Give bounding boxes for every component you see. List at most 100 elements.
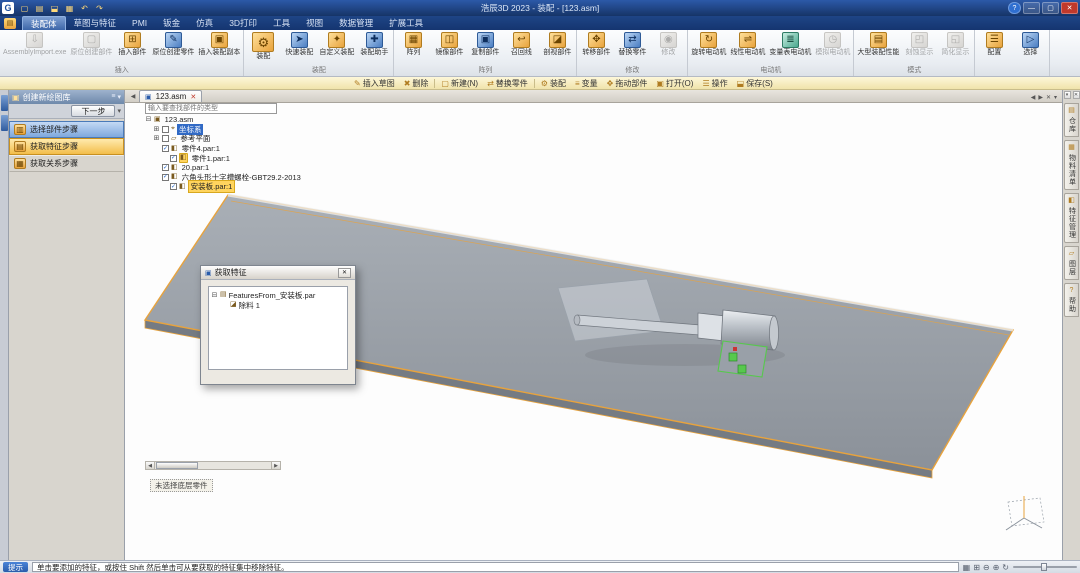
wizard-step-get-relations[interactable]: ▦获取关系步骤 bbox=[9, 155, 124, 172]
menu-item-扩展工具[interactable]: 扩展工具 bbox=[381, 16, 431, 30]
help-button[interactable]: ? bbox=[1008, 2, 1021, 14]
dialog-list-item[interactable]: ⊟▤FeaturesFrom_安装板.par bbox=[211, 290, 345, 300]
ribbon-button-quick-assemble[interactable]: ➤快速装配 bbox=[281, 31, 317, 57]
cmd-insert-sketch[interactable]: ✎插入草图 bbox=[350, 77, 399, 89]
menu-item-钣金[interactable]: 钣金 bbox=[155, 16, 188, 30]
tab-scroll-left-icon[interactable]: ◀ bbox=[1031, 94, 1036, 101]
menu-item-装配体[interactable]: 装配体 bbox=[22, 16, 66, 30]
checkbox[interactable]: ✓ bbox=[162, 164, 169, 171]
cmd-variables[interactable]: ≡变量 bbox=[571, 77, 602, 89]
menu-item-数据管理[interactable]: 数据管理 bbox=[331, 16, 381, 30]
zoom-area-icon[interactable]: ⊞ bbox=[973, 563, 980, 572]
scroll-left-icon[interactable]: ◀ bbox=[146, 462, 155, 469]
right-tab-library[interactable]: ▤仓库 bbox=[1064, 103, 1079, 137]
horizontal-scrollbar[interactable]: ◀ ▶ bbox=[145, 461, 281, 470]
ribbon-button-pattern[interactable]: ▦阵列 bbox=[395, 31, 431, 57]
cmd-operate[interactable]: ☰操作 bbox=[698, 77, 731, 89]
checkbox[interactable] bbox=[162, 126, 169, 133]
ribbon-button-rotary-motor[interactable]: ↻旋转电动机 bbox=[689, 31, 728, 57]
undo-icon[interactable]: ↶ bbox=[78, 2, 91, 14]
next-step-button[interactable]: 下一步 bbox=[71, 105, 115, 117]
dialog-close-icon[interactable]: ✕ bbox=[338, 268, 351, 278]
component-filter-input[interactable] bbox=[145, 103, 277, 114]
tree-row[interactable]: ✓◧安装板.par:1 bbox=[145, 182, 325, 192]
wizard-step-select-parts[interactable]: ▥选择部件步骤 bbox=[9, 121, 124, 138]
expander-icon[interactable]: ⊟ bbox=[145, 116, 152, 123]
wizard-step-get-features[interactable]: ▤获取特征步骤 bbox=[9, 138, 124, 155]
redo-icon[interactable]: ↷ bbox=[93, 2, 106, 14]
ribbon-button-large-assembly[interactable]: ▤大型装配性能 bbox=[855, 31, 901, 57]
rotate-view-icon[interactable]: ↻ bbox=[1002, 563, 1009, 572]
cmd-replace-cmd[interactable]: ⇄替换零件 bbox=[483, 77, 532, 89]
save-icon[interactable]: ⬓ bbox=[48, 2, 61, 14]
expander-icon[interactable]: ⊞ bbox=[153, 126, 160, 133]
cmd-drag-part[interactable]: ✥拖动部件 bbox=[603, 77, 652, 89]
ribbon-button-assemble[interactable]: ⚙装配 bbox=[245, 31, 281, 61]
cmd-delete[interactable]: ✖删除 bbox=[400, 77, 433, 89]
ribbon-button-assembly-assistant[interactable]: ✚装配助手 bbox=[356, 31, 392, 57]
ribbon-button-create-part[interactable]: ✎原位创建零件 bbox=[150, 31, 196, 57]
ribbon-button-mirror-part[interactable]: ◫镜像部件 bbox=[431, 31, 467, 57]
tree-row[interactable]: ✓◧零件4.par:1 bbox=[145, 144, 325, 154]
ribbon-button-copy-part[interactable]: ▣复制部件 bbox=[467, 31, 503, 57]
right-tab-feature-manager[interactable]: ◧特征管理 bbox=[1064, 193, 1079, 243]
menu-item-仿真[interactable]: 仿真 bbox=[188, 16, 221, 30]
tree-row[interactable]: ⊟▣123.asm bbox=[145, 115, 325, 125]
panel-pin-icon[interactable]: ▾ bbox=[1064, 91, 1071, 99]
cmd-open-doc[interactable]: ▣打开(O) bbox=[652, 77, 697, 89]
cmd-new-doc[interactable]: ▢新建(N) bbox=[437, 77, 482, 89]
tab-scroll-right-icon[interactable]: ▶ bbox=[1038, 94, 1043, 101]
zoom-out-icon[interactable]: ⊖ bbox=[983, 563, 990, 572]
right-tab-layers[interactable]: ▱图层 bbox=[1064, 246, 1079, 280]
get-features-dialog[interactable]: ▣ 获取特征 ✕ ⊟▤FeaturesFrom_安装板.par◪除料 1 bbox=[200, 265, 356, 385]
close-button[interactable]: ✕ bbox=[1061, 2, 1078, 14]
ribbon-button-configuration[interactable]: ☰配置 bbox=[976, 31, 1012, 57]
cmd-assemble-cmd[interactable]: ⚙装配 bbox=[537, 77, 570, 89]
menu-item-视图[interactable]: 视图 bbox=[298, 16, 331, 30]
cmd-save-doc[interactable]: ⬓保存(S) bbox=[733, 77, 777, 89]
ribbon-button-variable-motor[interactable]: ≣变量表电动机 bbox=[767, 31, 813, 57]
open-file-icon[interactable]: ▤ bbox=[33, 2, 46, 14]
checkbox[interactable] bbox=[162, 135, 169, 142]
zoom-slider-thumb[interactable] bbox=[1041, 563, 1047, 571]
maximize-button[interactable]: ▢ bbox=[1042, 2, 1059, 14]
checkbox[interactable]: ✓ bbox=[170, 183, 177, 190]
navigator-tab-icon[interactable] bbox=[1, 95, 8, 111]
menu-item-PMI[interactable]: PMI bbox=[124, 16, 155, 30]
pathfinder-tab-icon[interactable] bbox=[1, 115, 8, 131]
menu-item-草图与特征[interactable]: 草图与特征 bbox=[66, 16, 125, 30]
zoom-in-icon[interactable]: ⊕ bbox=[993, 563, 1000, 572]
ribbon-button-section-part[interactable]: ◪剖视部件 bbox=[539, 31, 575, 57]
tab-scroll-left-icon[interactable]: ◀ bbox=[127, 91, 139, 102]
zoom-slider[interactable] bbox=[1013, 562, 1077, 572]
tab-close-icon[interactable]: ✕ bbox=[190, 93, 196, 101]
expander-icon[interactable]: ⊟ bbox=[211, 292, 218, 299]
ribbon-button-linear-motor[interactable]: ⇌线性电动机 bbox=[728, 31, 767, 57]
pin-panel-icon[interactable]: ▾ bbox=[1054, 94, 1057, 101]
chevron-down-icon[interactable]: ▾ bbox=[117, 107, 121, 115]
ribbon-button-insert-assembly-copy[interactable]: ▣插入装配副本 bbox=[196, 31, 242, 57]
ribbon-button-insert-part[interactable]: ⊞插入部件 bbox=[114, 31, 150, 57]
dialog-list-item[interactable]: ◪除料 1 bbox=[211, 300, 345, 310]
ribbon-button-select-tool[interactable]: ▷选择 bbox=[1012, 31, 1048, 57]
ribbon-button-recall-line[interactable]: ↩召回线 bbox=[503, 31, 539, 57]
app-menu-icon[interactable]: ▤ bbox=[4, 18, 16, 29]
orientation-triad[interactable] bbox=[998, 488, 1050, 544]
tree-row[interactable]: ✓◧零件1.par:1 bbox=[145, 153, 325, 163]
panel-collapse-icon[interactable]: ▾ bbox=[117, 93, 121, 101]
panel-menu-icon[interactable]: ≡ bbox=[111, 93, 115, 101]
minimize-button[interactable]: — bbox=[1023, 2, 1040, 14]
print-icon[interactable]: ▦ bbox=[63, 2, 76, 14]
dialog-title-bar[interactable]: ▣ 获取特征 ✕ bbox=[201, 266, 355, 280]
ribbon-button-replace-part[interactable]: ⇄替换零件 bbox=[614, 31, 650, 57]
scrollbar-thumb[interactable] bbox=[156, 462, 198, 469]
ribbon-button-transfer-part[interactable]: ✥转移部件 bbox=[578, 31, 614, 57]
right-tab-bom[interactable]: ▦物料清单 bbox=[1064, 140, 1079, 190]
menu-item-3D打印[interactable]: 3D打印 bbox=[221, 16, 265, 30]
checkbox[interactable]: ✓ bbox=[162, 145, 169, 152]
fit-view-icon[interactable]: ▦ bbox=[963, 563, 971, 572]
checkbox[interactable]: ✓ bbox=[162, 174, 169, 181]
tab-close-all-icon[interactable]: ✕ bbox=[1046, 94, 1051, 101]
scroll-right-icon[interactable]: ▶ bbox=[271, 462, 280, 469]
new-file-icon[interactable]: ▢ bbox=[18, 2, 31, 14]
